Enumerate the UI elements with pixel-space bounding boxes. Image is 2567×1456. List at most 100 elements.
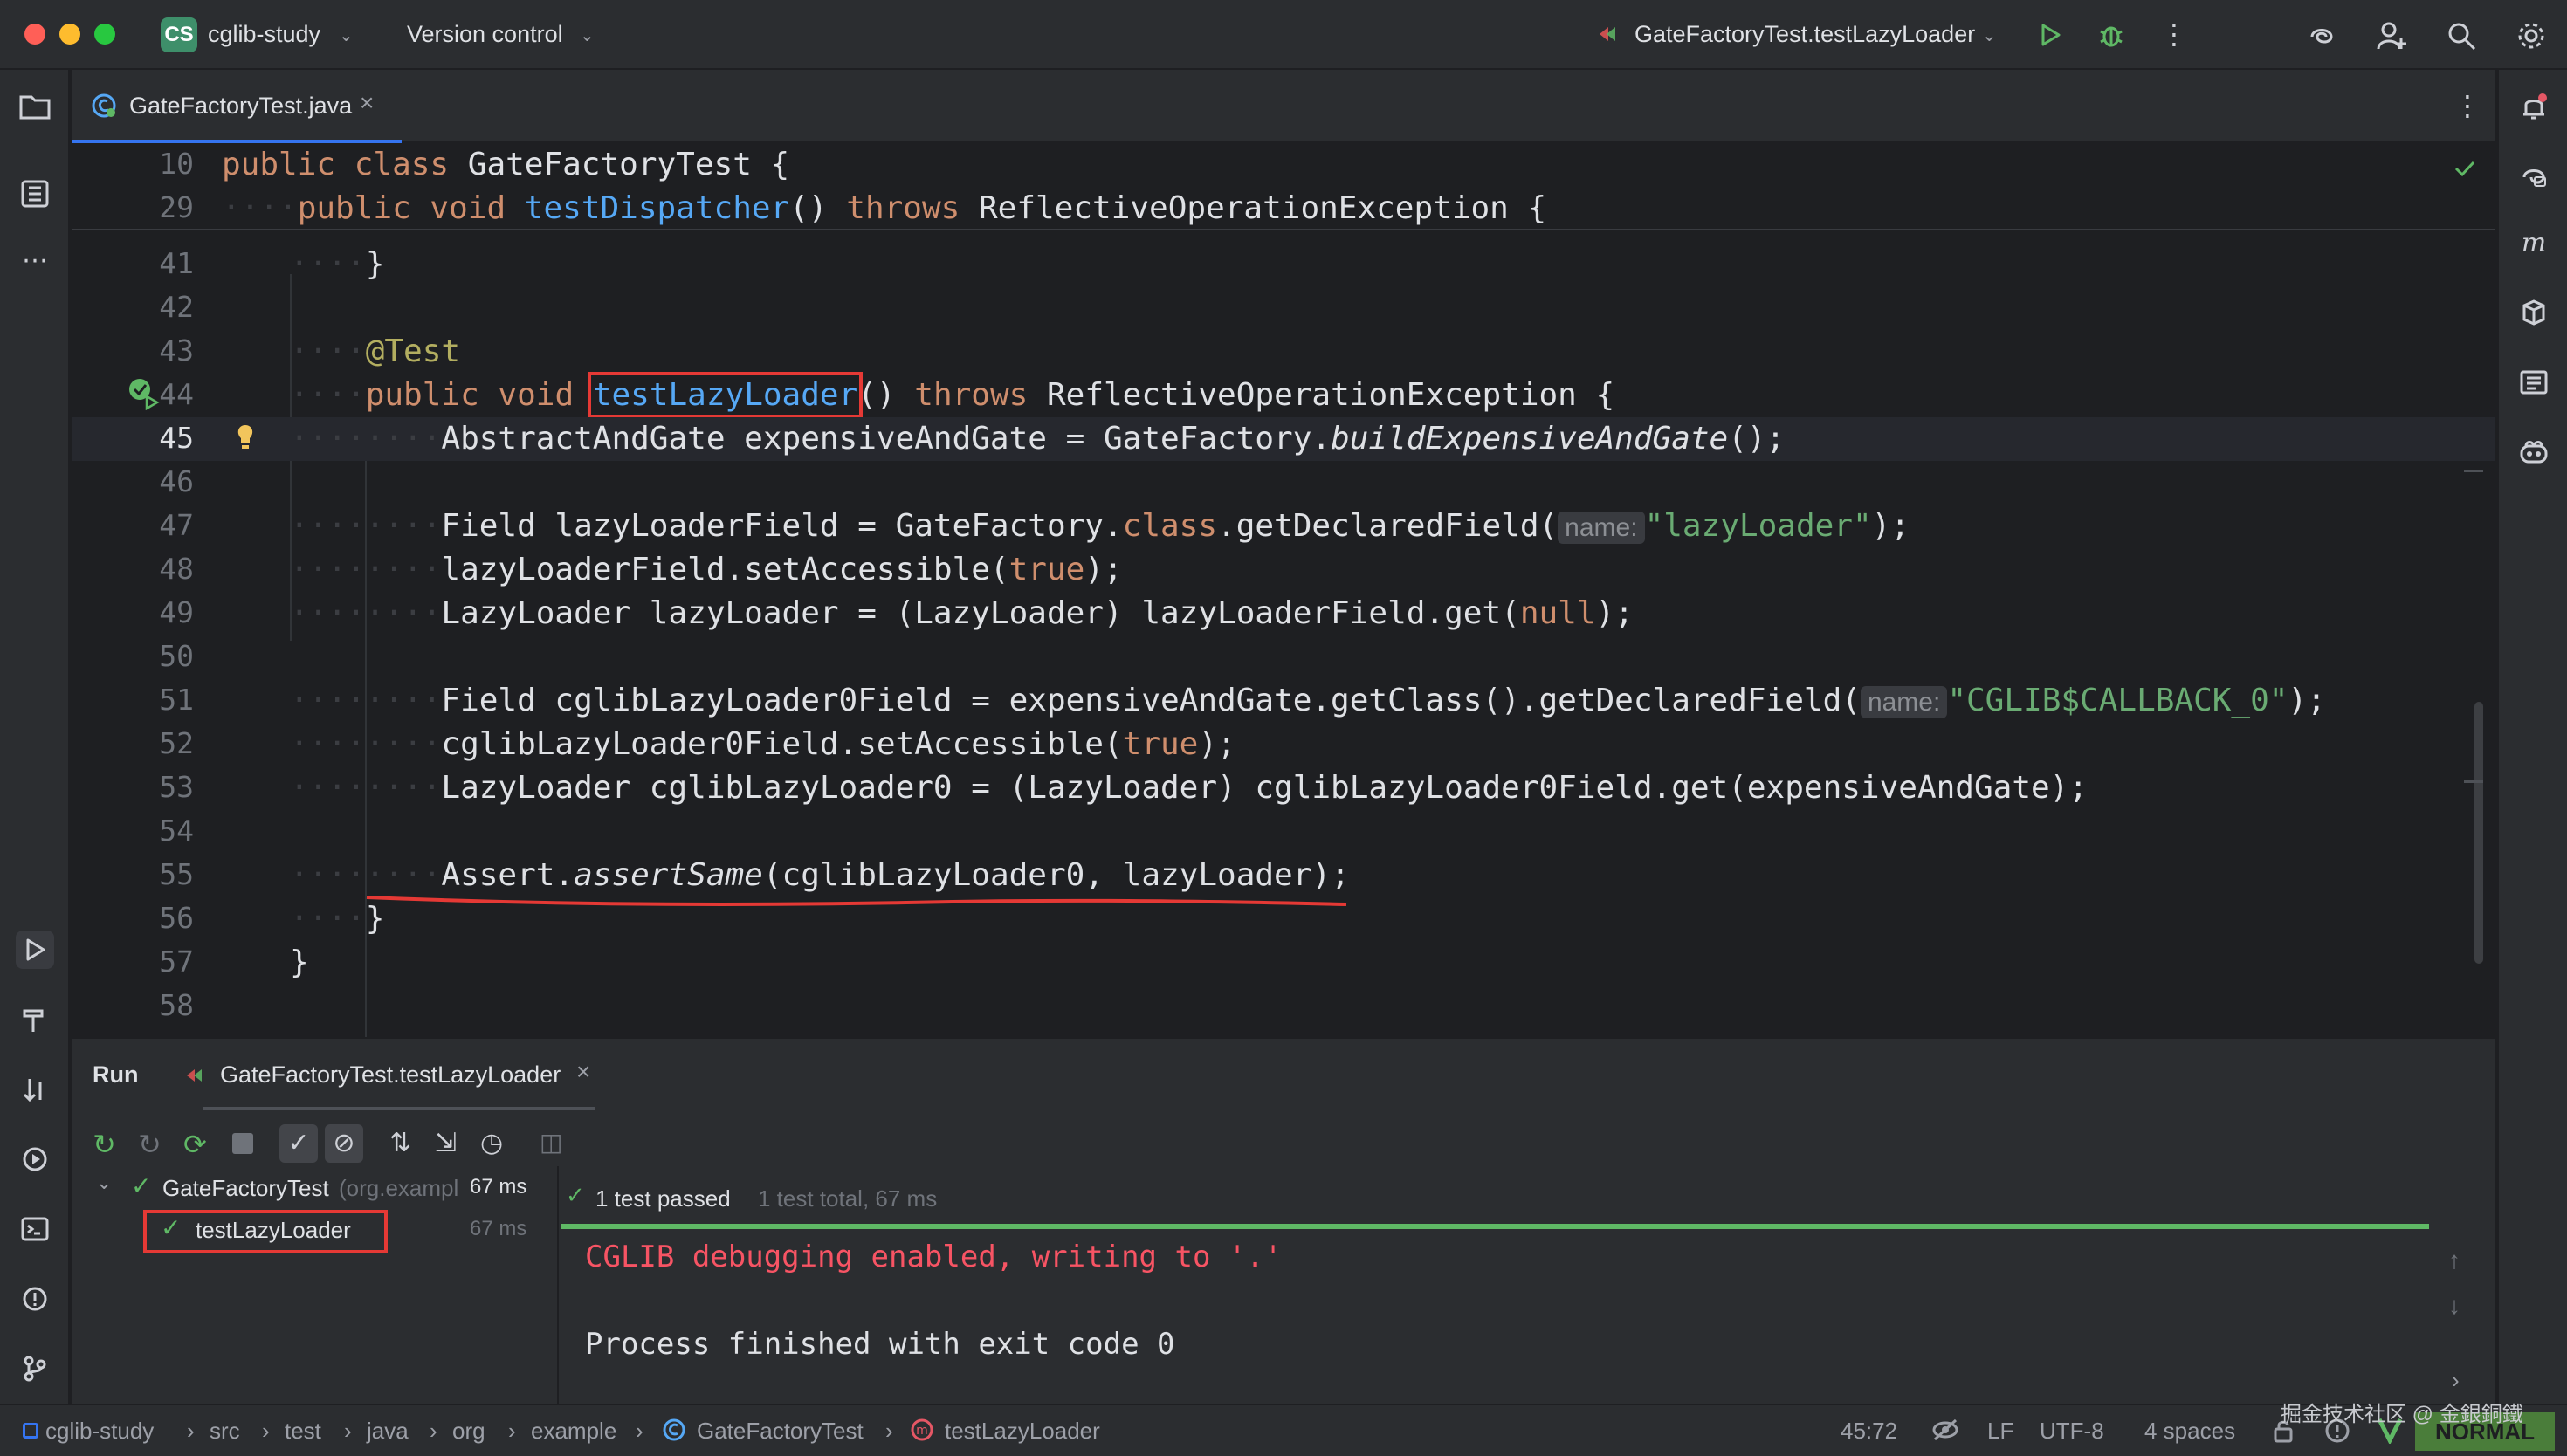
line-number: 48 [159,552,194,586]
scroll-up-icon[interactable]: ↑ [2448,1247,2460,1274]
notifications-bell-icon[interactable] [2515,87,2553,126]
scroll-marker [2464,470,2483,472]
settings-gear-icon[interactable] [2515,19,2548,52]
deploy-icon[interactable] [16,1070,54,1109]
build-hammer-icon[interactable] [16,1000,54,1039]
line-number: 58 [159,988,194,1022]
red-underline-annotation [365,892,1352,913]
maven-icon[interactable]: m [2515,223,2553,262]
stop-icon[interactable] [232,1133,253,1154]
intention-bulb-icon[interactable] [234,422,257,452]
chevron-right-icon[interactable]: › [2452,1367,2460,1394]
summary-check-icon: ✓ [566,1182,585,1208]
search-icon[interactable] [2445,19,2478,52]
breadcrumb-item[interactable]: test [285,1418,321,1445]
copilot-icon[interactable] [2515,433,2553,471]
expand-chevron-icon[interactable]: ⌄ [96,1171,112,1194]
passed-check-icon: ✓ [131,1172,152,1199]
test-method-name[interactable]: testLazyLoader [196,1217,351,1244]
ai-assistant-icon[interactable] [2305,19,2338,52]
breadcrumb-item[interactable]: cglib-study [45,1418,154,1445]
run-icon[interactable] [2034,19,2066,51]
scroll-down-icon[interactable]: ↓ [2448,1292,2460,1320]
toggle-auto-test-icon[interactable]: ⟳ [183,1128,207,1161]
project-name[interactable]: cglib-study [208,21,320,48]
debug-icon[interactable] [2096,19,2127,51]
sort-alpha-icon[interactable]: ⇅ [389,1128,411,1158]
inspection-eye-icon[interactable] [1931,1418,1959,1442]
test-class-name[interactable]: GateFactoryTest [162,1175,329,1202]
minimize-window-button[interactable] [59,24,80,45]
breadcrumb-item[interactable]: GateFactoryTest [697,1418,864,1445]
sticky-lines: 10 public class GateFactoryTest { 29 ···… [72,143,2495,230]
line-separator[interactable]: LF [1987,1418,2013,1445]
code-line: ········LazyLoader lazyLoader = (LazyLoa… [290,595,1634,631]
breadcrumb-item[interactable]: java [367,1418,409,1445]
file-encoding[interactable]: UTF-8 [2040,1418,2104,1445]
code-line: ····@Test [290,333,461,369]
line-number: 53 [159,770,194,804]
line-number: 43 [159,333,194,367]
tab-options-icon[interactable]: ⋮ [2453,89,2481,122]
code-editor[interactable]: 10 public class GateFactoryTest { 29 ···… [72,143,2495,1051]
zoom-window-button[interactable] [94,24,115,45]
more-tools-icon[interactable]: ⋯ [16,241,54,279]
more-actions-icon[interactable]: ⋮ [2160,17,2188,51]
run-config-tab[interactable]: GateFactoryTest.testLazyLoader [220,1061,561,1089]
run-config-selector[interactable]: GateFactoryTest.testLazyLoader [1634,21,1975,48]
rerun-failed-icon[interactable]: ↻ [138,1128,162,1161]
version-control-menu[interactable]: Version control [407,21,563,48]
run-tool-window: Run GateFactoryTest.testLazyLoader × ↻ ↻… [72,1037,2495,1405]
editor-scrollbar[interactable] [2474,702,2483,964]
project-folder-icon[interactable] [16,87,54,126]
run-tool-icon[interactable] [16,931,54,969]
terminal-icon[interactable] [16,1210,54,1248]
breadcrumb-separator: › [262,1418,270,1444]
tab-gatefactorytest-java[interactable]: GateFactoryTest.java × [72,70,402,143]
line-number: 42 [159,290,194,324]
code-line: ········cglibLazyLoader0Field.setAccessi… [290,726,1236,762]
rerun-icon[interactable]: ↻ [93,1128,116,1161]
database-icon[interactable] [2515,293,2553,332]
editor-tab-bar: GateFactoryTest.java × ⋮ [72,70,2495,143]
caret-position[interactable]: 45:72 [1841,1418,1897,1445]
close-tab-icon[interactable]: × [360,89,374,117]
breadcrumb-item[interactable]: src [210,1418,240,1445]
test-tree: ⌄ ✓ GateFactoryTest (org.exampl 67 ms ✓ … [72,1166,559,1405]
breadcrumb-item[interactable]: testLazyLoader [945,1418,1100,1445]
services-icon[interactable] [16,1140,54,1178]
close-window-button[interactable] [24,24,45,45]
no-problems-check-icon[interactable] [2452,155,2478,182]
test-history-icon[interactable]: ◷ [480,1128,503,1158]
code-line: ········AbstractAndGate expensiveAndGate… [290,421,1786,457]
test-class-package: (org.exampl [339,1175,459,1201]
collapse-icon[interactable]: ⇲ [435,1128,457,1158]
ai-chat-icon[interactable] [2515,157,2553,196]
problems-icon[interactable] [16,1280,54,1318]
code-line: ········Field lazyLoaderField = GateFact… [290,508,1910,544]
line-number: 41 [159,246,194,280]
code-line: ····} [290,246,385,282]
chevron-down-icon[interactable]: ⌄ [1982,24,1997,46]
add-user-icon[interactable] [2375,19,2408,52]
breadcrumb-separator: › [508,1418,516,1444]
title-bar: CS cglib-study ⌄ Version control ⌄ GateF… [0,0,2567,70]
breadcrumb-item[interactable]: org [452,1418,485,1445]
chevron-down-icon[interactable]: ⌄ [580,24,595,46]
chevron-down-icon[interactable]: ⌄ [339,24,354,46]
documentation-icon[interactable] [2515,363,2553,402]
test-passed-run-icon[interactable] [126,375,161,411]
breadcrumb-item[interactable]: example [531,1418,616,1445]
close-run-tab-icon[interactable]: × [576,1058,590,1086]
java-class-icon [91,93,117,119]
method-icon: m [910,1418,934,1442]
structure-icon[interactable] [16,175,54,213]
show-passed-icon[interactable]: ✓ [279,1124,318,1163]
indent-setting[interactable]: 4 spaces [2144,1418,2235,1445]
watermark-text: 掘金技术社区 @ 金銀銅鐵 [2281,1403,2523,1426]
screenshot-icon[interactable]: ◫ [540,1128,562,1157]
run-panel-title[interactable]: Run [93,1061,138,1089]
git-branch-icon[interactable] [16,1350,54,1388]
show-ignored-icon[interactable]: ⊘ [325,1124,363,1163]
project-badge[interactable]: CS [161,17,197,52]
